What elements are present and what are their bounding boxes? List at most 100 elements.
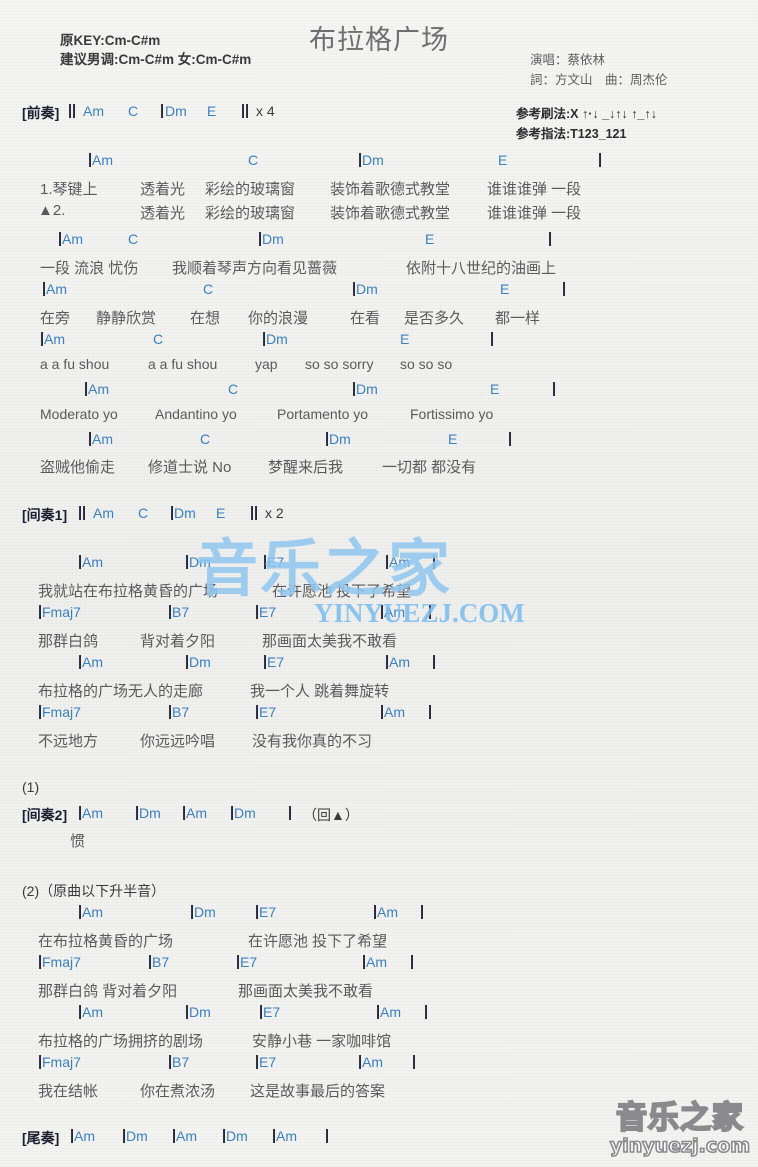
verse1-lyric-1: 1.琴键上 透着光 彩绘的玻璃窗 装饰着歌德式教堂 谁谁谁弹 一段 xyxy=(0,178,758,202)
lyric-text: so so sorry xyxy=(305,356,374,372)
lyric-text: Andantino yo xyxy=(155,406,237,422)
chorus1-lyric-4: 不远地方 你远远吟唱 没有我你真的不习 xyxy=(0,730,758,754)
chord-symbol: E xyxy=(400,331,410,347)
bar-line: || xyxy=(241,103,250,119)
chord-symbol: Am xyxy=(176,1128,197,1144)
chord-symbol: B7 xyxy=(172,604,190,620)
chord-symbol: E xyxy=(207,103,217,119)
verse1-chords-b: | Am C | Dm E | xyxy=(0,231,758,255)
chord-symbol: E7 xyxy=(259,604,277,620)
chorus2-chords-b: | Fmaj7 | B7 | E7 | Am | xyxy=(0,954,758,978)
chord-symbol: B7 xyxy=(172,1054,190,1070)
chord-symbol: E7 xyxy=(263,1004,281,1020)
chord-symbol: B7 xyxy=(152,954,170,970)
chord-symbol: Am xyxy=(389,654,410,670)
chord-symbol: Dm xyxy=(262,231,284,247)
chord-symbol: Dm xyxy=(189,554,211,570)
chord-symbol: Am xyxy=(46,281,67,297)
chord-symbol: Am xyxy=(62,231,83,247)
chord-symbol: Am xyxy=(82,554,103,570)
bar-line: || xyxy=(250,505,259,521)
interlude1-line: [间奏1] || Am C | Dm E || x 2 xyxy=(0,505,758,529)
lyric-text: a a fu shou xyxy=(148,356,218,372)
bar-line: | xyxy=(432,654,437,670)
lyric-text: a a fu shou xyxy=(40,356,110,372)
mark-1-row: (1) xyxy=(0,779,758,803)
chord-symbol: Am xyxy=(362,1054,383,1070)
chord-symbol: C xyxy=(228,381,239,397)
chorus2-lyric-3: 布拉格的广场拥挤的剧场 安静小巷 一家咖啡馆 xyxy=(0,1030,758,1054)
chord-symbol: Am xyxy=(82,654,103,670)
lyric-text: 那画面太美我不敢看 xyxy=(262,633,398,650)
chord-symbol: E7 xyxy=(267,654,285,670)
verse1-chords-a: | Am C | Dm E | xyxy=(0,152,758,176)
lyric-text: 装饰着歌德式教堂 xyxy=(330,205,451,222)
bar-line: | xyxy=(160,103,165,119)
verse1-chords-e: | Am C | Dm E | xyxy=(0,381,758,405)
bar-line: | xyxy=(508,431,513,447)
lyric-text: 背对着夕阳 xyxy=(140,633,216,650)
annotation-text: （回▲） xyxy=(303,807,359,823)
lyric-text: 安静小巷 一家咖啡馆 xyxy=(252,1033,392,1050)
verse1-chords-f: | Am C | Dm E | xyxy=(0,431,758,455)
chord-symbol: C xyxy=(203,281,214,297)
section-label: [尾奏] xyxy=(22,1130,60,1146)
lyric-text: 那群白鸽 xyxy=(38,633,99,650)
chord-symbol: Dm xyxy=(165,103,187,119)
lyric-text: ▲2. xyxy=(38,202,66,219)
chorus1-chords-c: | Am | Dm | E7 | Am | xyxy=(0,654,758,678)
bar-line: | xyxy=(428,704,433,720)
lyric-text: Portamento yo xyxy=(277,406,369,422)
verse1-lyric-6: Moderato yo Andantino yo Portamento yo Fort… xyxy=(0,406,758,430)
lyric-text: 彩绘的玻璃窗 xyxy=(205,181,296,198)
bar-line: | xyxy=(490,331,495,347)
chord-symbol: Am xyxy=(82,1004,103,1020)
chord-symbol: E xyxy=(490,381,500,397)
lyric-text: 你远远吟唱 xyxy=(140,733,216,750)
chord-symbol: E xyxy=(448,431,458,447)
lyric-text: yap xyxy=(255,356,278,372)
credits: 演唱：蔡依林 詞：方文山 曲：周杰伦 xyxy=(530,50,710,90)
lyric-text: 布拉格的广场无人的走廊 xyxy=(38,683,204,700)
chorus1-chords-d: | Fmaj7 | B7 | E7 | Am | xyxy=(0,704,758,728)
lyric-text: 我在结帐 xyxy=(38,1083,99,1100)
chorus2-lyric-1: 在布拉格黄昏的广场 在许愿池 投下了希望 xyxy=(0,930,758,954)
fingering-pattern: 参考指法:T123_121 xyxy=(516,127,627,141)
intro-line: [前奏] || Am C | Dm E || x 4 xyxy=(0,103,758,127)
chorus2-lyric-4: 我在结帐 你在煮浓汤 这是故事最后的答案 xyxy=(0,1080,758,1104)
bar-line: | xyxy=(420,904,425,920)
chorus2-chords-c: | Am | Dm | E7 | Am | xyxy=(0,1004,758,1028)
lyric-text: 谁谁谁弹 一段 xyxy=(487,181,582,198)
lyric-text: 彩绘的玻璃窗 xyxy=(205,205,296,222)
original-key: 原KEY:Cm-C#m xyxy=(60,33,161,48)
chord-symbol: Am xyxy=(93,505,114,521)
annotation-text: (1) xyxy=(22,779,40,795)
chorus1-lyric-3: 布拉格的广场无人的走廊 我一个人 跳着舞旋转 xyxy=(0,680,758,704)
chord-symbol: Dm xyxy=(356,281,378,297)
lyric-text: 谁谁谁弹 一段 xyxy=(487,205,582,222)
chorus1-chords-a: | Am | Dm | E7 | Am | xyxy=(0,554,758,578)
verse1-chords-c: | Am C | Dm E | xyxy=(0,281,758,305)
chord-symbol: Am xyxy=(83,103,104,119)
section-label: [前奏] xyxy=(22,105,60,121)
carry-lyric-row: 惯 xyxy=(0,830,758,854)
chord-symbol: C xyxy=(248,152,259,168)
annotation-text: x 2 xyxy=(265,505,284,521)
lyric-text: 这是故事最后的答案 xyxy=(250,1083,386,1100)
bar-line: | xyxy=(412,1054,417,1070)
lyric-text: 那群白鸽 背对着夕阳 xyxy=(38,983,178,1000)
annotation-text: x 4 xyxy=(256,103,275,119)
lyric-text: 透着光 xyxy=(140,181,186,198)
bar-line: || xyxy=(68,103,77,119)
lyric-text: Fortissimo yo xyxy=(410,406,494,422)
bar-line: | xyxy=(548,231,553,247)
chorus2-chords-a: | Am | Dm | E7 | Am | xyxy=(0,904,758,928)
chord-symbol: C xyxy=(128,231,139,247)
annotation-text: (2)（原曲以下升半音） xyxy=(22,883,166,899)
lyric-text: 都一样 xyxy=(495,310,541,327)
bar-line: | xyxy=(598,152,603,168)
lyric-text: 在想 xyxy=(190,310,221,327)
lyric-text: 在布拉格黄昏的广场 xyxy=(38,933,174,950)
chord-symbol: C xyxy=(200,431,211,447)
bar-line: | xyxy=(432,554,437,570)
